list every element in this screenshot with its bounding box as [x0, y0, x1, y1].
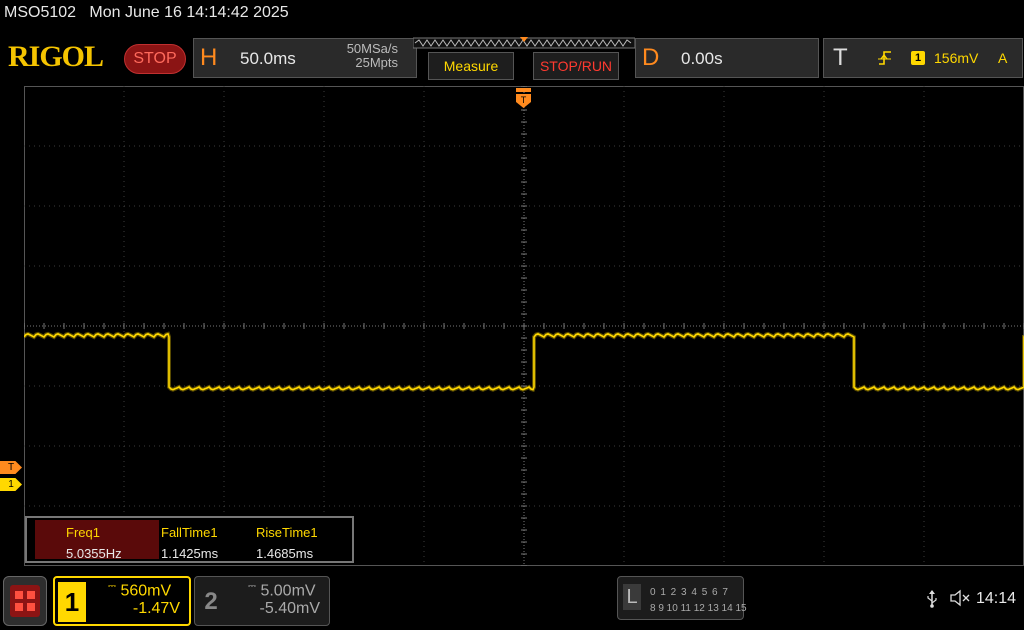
- ch2-number: 2: [204, 588, 218, 615]
- meas-value-falltime: 1.1425ms: [161, 546, 219, 561]
- graticule: [24, 86, 1024, 566]
- ch1-number: 1: [58, 582, 86, 622]
- speaker-muted-icon[interactable]: [950, 589, 972, 612]
- trigger-rising-edge-icon: [878, 50, 892, 69]
- ch2-scale-value: 5.00mV: [260, 582, 316, 600]
- memory-depth: 25Mpts: [355, 55, 398, 70]
- delay-letter: D: [642, 44, 660, 71]
- status-bar: MSO5102 Mon June 16 14:14:42 2025: [4, 4, 289, 22]
- dc-coupling-icon: ⎓: [108, 581, 116, 592]
- run-state-button[interactable]: STOP: [124, 44, 186, 74]
- logic-channels-row1: 0 1 2 3 4 5 6 7: [650, 587, 729, 598]
- ch1-scale: ⎓ 560mV: [108, 581, 171, 600]
- trigger-mode: A: [998, 50, 1008, 66]
- datetime: Mon June 16 14:14:42 2025: [89, 4, 289, 21]
- delay-value: 0.00s: [681, 49, 723, 68]
- sample-rate-info: 50MSa/s 25Mpts: [318, 42, 398, 70]
- timebase-value: 50.0ms: [240, 49, 296, 68]
- usb-icon: [925, 590, 939, 613]
- waveform-display[interactable]: [24, 86, 1024, 566]
- sample-rate: 50MSa/s: [346, 41, 398, 56]
- menu-grid-icon: [10, 585, 40, 617]
- trigger-level: 156mV: [934, 50, 979, 66]
- delay-panel[interactable]: [635, 38, 819, 78]
- meas-header-risetime: RiseTime1: [256, 525, 318, 540]
- ch1-offset-marker[interactable]: 1: [0, 478, 22, 491]
- logic-channels-row2: 8 9 10 11 12 13 14 15: [650, 603, 747, 614]
- horizontal-letter: H: [200, 44, 218, 71]
- ch1-offset: -1.47V: [132, 600, 180, 617]
- menu-button[interactable]: [3, 576, 47, 626]
- meas-value-risetime: 1.4685ms: [256, 546, 314, 561]
- trigger-level-marker[interactable]: T: [0, 461, 22, 474]
- model-name: MSO5102: [4, 4, 77, 21]
- measure-button[interactable]: Measure: [428, 52, 514, 80]
- stop-run-button[interactable]: STOP/RUN: [533, 52, 619, 80]
- trigger-letter: T: [833, 44, 848, 71]
- trigger-source-badge: 1: [911, 51, 925, 65]
- ch2-scale: ⎓ 5.00mV: [248, 581, 316, 600]
- measurement-panel[interactable]: Freq1 FallTime1 RiseTime1 5.0355Hz 1.142…: [25, 516, 354, 563]
- trigger-position-marker: T: [516, 88, 531, 108]
- meas-value-freq: 5.0355Hz: [66, 546, 122, 561]
- logic-letter: L: [623, 584, 641, 610]
- meas-header-falltime: FallTime1: [161, 525, 218, 540]
- meas-header-freq: Freq1: [66, 525, 100, 540]
- dc-coupling-icon: ⎓: [248, 581, 256, 592]
- trigger-top-letter: T: [521, 95, 527, 105]
- rigol-logo: RIGOL: [8, 40, 104, 73]
- system-clock: 14:14: [976, 590, 1017, 607]
- ch2-offset: -5.40mV: [259, 600, 320, 617]
- ch1-scale-value: 560mV: [120, 582, 172, 600]
- memory-position-bar: [413, 37, 635, 49]
